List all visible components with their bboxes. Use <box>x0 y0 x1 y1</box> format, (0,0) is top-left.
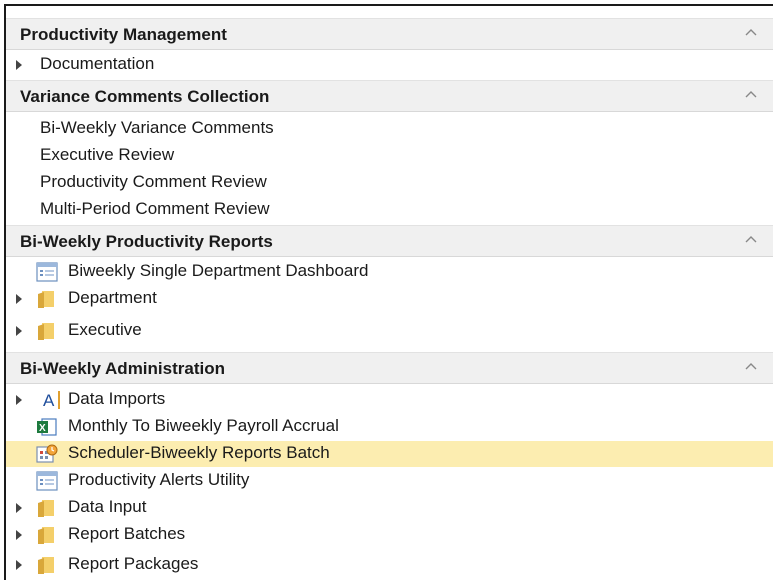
list-item-productivity-comment-review[interactable]: Productivity Comment Review <box>6 170 773 196</box>
folder-icon <box>38 323 54 340</box>
folder-icon <box>38 527 54 544</box>
section-header-variance-comments-collection[interactable]: Variance Comments Collection <box>6 80 773 112</box>
expand-arrow-icon[interactable] <box>16 326 22 336</box>
report-icon <box>36 262 58 282</box>
list-item-label: Report Packages <box>68 554 199 573</box>
folder-icon <box>38 291 54 308</box>
chevron-up-icon[interactable] <box>743 87 759 103</box>
expand-arrow-icon[interactable] <box>16 294 22 304</box>
list-item-label: Multi-Period Comment Review <box>40 199 270 218</box>
list-item-scheduler-biweekly-reports-batch[interactable]: Scheduler-Biweekly Reports Batch <box>6 441 773 467</box>
chevron-up-icon[interactable] <box>743 25 759 41</box>
list-item-label: Monthly To Biweekly Payroll Accrual <box>68 416 339 435</box>
folder-icon <box>38 500 54 517</box>
section-header-bi-weekly-productivity-reports[interactable]: Bi-Weekly Productivity Reports <box>6 225 773 257</box>
text-a-icon: A <box>43 391 60 410</box>
scheduler-icon <box>36 444 58 463</box>
list-item-report-packages[interactable]: Report Packages <box>6 552 773 578</box>
folder-icon <box>38 557 54 574</box>
list-item-label: Documentation <box>40 54 155 73</box>
section-title: Bi-Weekly Administration <box>20 359 225 378</box>
list-item-label: Productivity Alerts Utility <box>68 470 250 489</box>
list-item-bi-weekly-variance-comments[interactable]: Bi-Weekly Variance Comments <box>6 116 773 142</box>
section-title: Productivity Management <box>20 25 227 44</box>
expand-arrow-icon[interactable] <box>16 395 22 405</box>
list-item-data-input[interactable]: Data Input <box>6 495 773 521</box>
excel-icon: X <box>37 418 57 436</box>
chevron-up-icon[interactable] <box>743 232 759 248</box>
list-item-documentation[interactable]: Documentation <box>6 52 773 78</box>
list-item-biweekly-single-department-dashboard[interactable]: Biweekly Single Department Dashboard <box>6 259 773 285</box>
list-item-label: Data Imports <box>68 389 166 408</box>
section-header-productivity-management[interactable]: Productivity Management <box>6 18 773 50</box>
expand-arrow-icon[interactable] <box>16 530 22 540</box>
report-icon <box>36 471 58 491</box>
list-item-data-imports[interactable]: A Data Imports <box>6 387 773 413</box>
list-item-label: Executive <box>68 320 142 339</box>
section-title: Variance Comments Collection <box>20 87 270 106</box>
list-item-label: Productivity Comment Review <box>40 172 267 191</box>
list-item-productivity-alerts-utility[interactable]: Productivity Alerts Utility <box>6 468 773 494</box>
list-item-label: Data Input <box>68 497 147 516</box>
list-item-executive[interactable]: Executive <box>6 318 773 344</box>
expand-arrow-icon[interactable] <box>16 560 22 570</box>
list-item-label: Department <box>68 288 157 307</box>
list-item-label: Bi-Weekly Variance Comments <box>40 118 274 137</box>
list-item-monthly-to-biweekly-payroll-accrual[interactable]: X Monthly To Biweekly Payroll Accrual <box>6 414 773 440</box>
list-item-executive-review[interactable]: Executive Review <box>6 143 773 169</box>
svg-text:A: A <box>43 391 55 410</box>
list-item-multi-period-comment-review[interactable]: Multi-Period Comment Review <box>6 197 773 223</box>
expand-arrow-icon[interactable] <box>16 60 22 70</box>
navigation-panel: Productivity Management Documentation Va… <box>4 4 773 580</box>
list-item-label: Executive Review <box>40 145 175 164</box>
section-header-bi-weekly-administration[interactable]: Bi-Weekly Administration <box>6 352 773 384</box>
chevron-up-icon[interactable] <box>743 359 759 375</box>
section-title: Bi-Weekly Productivity Reports <box>20 232 273 251</box>
list-item-department[interactable]: Department <box>6 286 773 312</box>
svg-text:X: X <box>39 423 46 434</box>
list-item-label: Scheduler-Biweekly Reports Batch <box>68 443 330 462</box>
list-item-report-batches[interactable]: Report Batches <box>6 522 773 548</box>
list-item-label: Report Batches <box>68 524 186 543</box>
list-item-label: Biweekly Single Department Dashboard <box>68 261 369 280</box>
expand-arrow-icon[interactable] <box>16 503 22 513</box>
